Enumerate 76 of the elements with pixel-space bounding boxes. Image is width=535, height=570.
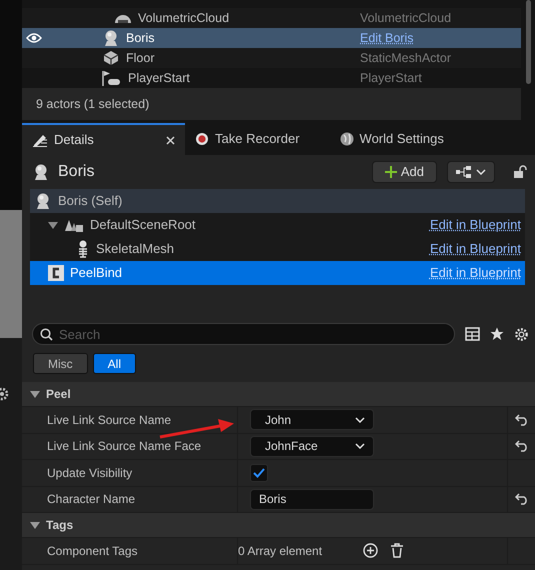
- status-text: 9 actors (1 selected): [22, 88, 521, 120]
- property-label: Update Visibility: [22, 460, 238, 486]
- value-dropdown[interactable]: John: [250, 409, 374, 430]
- checkbox[interactable]: [250, 464, 268, 482]
- chevron-icon: [355, 416, 365, 423]
- component-name: SkeletalMesh: [96, 240, 174, 258]
- reset-icon[interactable]: [514, 440, 528, 452]
- hierarchy-icon: [456, 166, 472, 178]
- skeleton-icon: [76, 240, 90, 258]
- checkmark-icon: [253, 468, 265, 478]
- outliner-row[interactable]: VolumetricCloud VolumetricCloud: [22, 8, 521, 28]
- search-field[interactable]: Search: [32, 323, 455, 345]
- actor-type: StaticMeshActor: [360, 50, 452, 67]
- edit-in-blueprint-link[interactable]: Edit in Blueprint: [430, 215, 525, 235]
- filter-button[interactable]: All: [92, 353, 136, 374]
- scrollbar-thumb[interactable]: [526, 0, 530, 84]
- outliner-row[interactable]: Boris Edit Boris: [22, 28, 521, 48]
- player-start-icon: [102, 70, 122, 86]
- actor-title: Boris: [58, 162, 96, 182]
- array-count: 0 Array element: [238, 542, 324, 560]
- pawn-icon: [32, 163, 50, 181]
- settings-icon[interactable]: [514, 326, 529, 342]
- chevron-icon: [355, 443, 365, 450]
- category-header[interactable]: Peel: [22, 382, 535, 407]
- panel-tab[interactable]: Take Recorder: [185, 123, 310, 155]
- reset-icon[interactable]: [514, 493, 528, 506]
- edit-in-blueprint-link[interactable]: Edit in Blueprint: [430, 239, 525, 259]
- property-label: Character Name: [22, 486, 238, 512]
- edit-link[interactable]: Edit Boris: [360, 28, 414, 48]
- actor-name: Floor: [126, 50, 154, 67]
- hierarchy-dropdown-button[interactable]: [447, 161, 495, 183]
- component-row[interactable]: DefaultSceneRoot Edit in Blueprint: [30, 213, 525, 237]
- actor-name: VolumetricCloud: [138, 10, 230, 27]
- expander-icon[interactable]: [48, 222, 58, 228]
- pawn-icon: [34, 192, 52, 210]
- expander-icon: [30, 522, 40, 528]
- category-header[interactable]: Tags: [22, 513, 535, 538]
- actor-type: VolumetricCloud: [360, 10, 452, 27]
- filter-button[interactable]: Misc: [33, 353, 88, 374]
- star-icon[interactable]: [490, 327, 504, 341]
- record-icon: [195, 132, 209, 146]
- component-row[interactable]: SkeletalMesh Edit in Blueprint: [30, 237, 525, 261]
- cube-icon: [102, 50, 120, 66]
- reset-icon[interactable]: [514, 414, 528, 426]
- outliner-row[interactable]: PlayerStart PlayerStart: [22, 68, 521, 88]
- trash-icon[interactable]: [390, 543, 404, 558]
- actor-name: Boris: [126, 30, 154, 47]
- component-class-icon: [48, 265, 64, 281]
- pawn-icon: [102, 29, 120, 47]
- unlock-icon[interactable]: [513, 165, 527, 179]
- eye-icon[interactable]: [26, 33, 42, 44]
- component-name: PeelBind: [70, 264, 122, 282]
- panel-tab[interactable]: World Settings: [330, 123, 454, 155]
- globe-icon: [340, 132, 354, 146]
- table-view-icon[interactable]: [465, 327, 480, 341]
- property-label: Live Link Source Name Face: [22, 434, 238, 459]
- text-field[interactable]: Boris: [250, 488, 374, 510]
- component-row[interactable]: PeelBind Edit in Blueprint: [30, 261, 525, 285]
- add-element-icon[interactable]: [363, 543, 378, 558]
- actor-type: PlayerStart: [360, 70, 422, 87]
- component-name: Boris (Self): [58, 192, 122, 210]
- close-icon[interactable]: [166, 136, 175, 144]
- add-button[interactable]: Add: [372, 161, 437, 183]
- component-row[interactable]: Boris (Self): [30, 189, 525, 213]
- plus-icon: [384, 166, 397, 178]
- expander-icon: [30, 390, 40, 398]
- value-dropdown[interactable]: JohnFace: [250, 436, 374, 457]
- panel-tab[interactable]: Details: [22, 123, 185, 155]
- component-name: DefaultSceneRoot: [90, 216, 196, 234]
- pencil-icon: [32, 133, 48, 147]
- chevron-icon: [476, 169, 486, 175]
- edit-in-blueprint-link[interactable]: Edit in Blueprint: [430, 263, 525, 283]
- property-label: Component Tags: [22, 538, 238, 564]
- settings-icon[interactable]: [0, 386, 10, 402]
- actor-name: PlayerStart: [128, 70, 190, 87]
- outliner-row[interactable]: Floor StaticMeshActor: [22, 48, 521, 68]
